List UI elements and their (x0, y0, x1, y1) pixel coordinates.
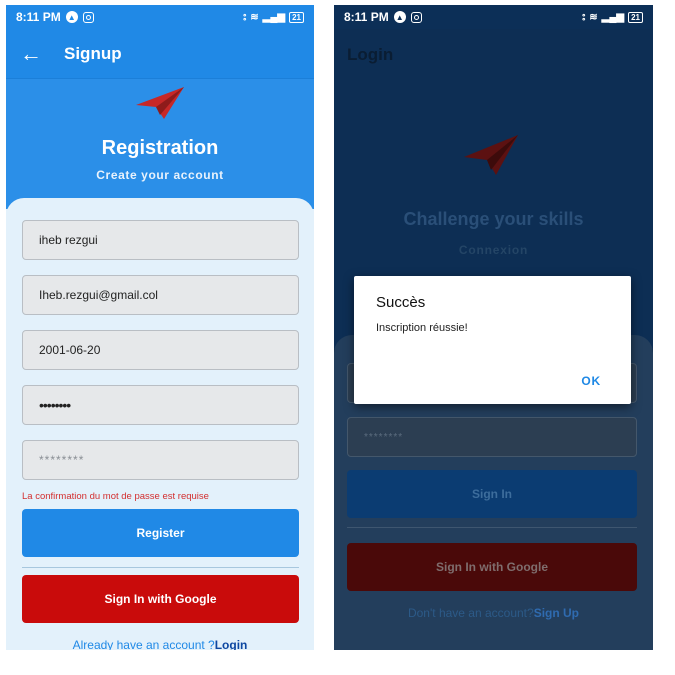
signup-prompt: Don't have an account?Sign Up (334, 606, 653, 620)
login-screen: 8:11 PM ▲ ⦂ ≋ ▂▄▆ 21 Login Challenge you… (334, 5, 653, 650)
status-time: 8:11 PM (344, 10, 389, 24)
nav-app-icon: ▲ (65, 11, 78, 23)
vibrate-icon: ⦂ (243, 11, 247, 23)
dialog-message: Inscription réussie! (376, 322, 468, 334)
signal-icon: ▂▄▆ (601, 11, 625, 23)
confirm-password-field[interactable]: ******** (22, 440, 299, 480)
divider (22, 567, 299, 568)
back-arrow-icon[interactable]: ← (20, 41, 42, 67)
status-bar: 8:11 PM ▲ ⦂ ≋ ▂▄▆ 21 (6, 5, 314, 29)
instagram-icon (410, 11, 422, 23)
login-title: Challenge your skills (403, 209, 584, 229)
instagram-icon (82, 11, 94, 23)
signup-screen: 8:11 PM ▲ ⦂ ≋ ▂▄▆ 21 ← Signup Registrati… (6, 5, 314, 650)
nav-app-icon: ▲ (393, 11, 406, 23)
paper-plane-logo-icon (464, 135, 518, 175)
success-dialog: Succès Inscription réussie! OK (354, 276, 631, 404)
sign-in-button[interactable]: Sign In (347, 470, 637, 518)
confirm-password-error: La confirmation du mot de passe est requ… (22, 491, 209, 502)
password-field[interactable]: ******** (347, 417, 637, 457)
signup-prompt-text: Don't have an account? (407, 606, 534, 620)
name-field[interactable]: iheb rezgui (22, 220, 299, 260)
app-bar: ← Signup (6, 29, 314, 79)
paper-plane-logo-icon (136, 87, 184, 119)
divider (347, 527, 637, 528)
wifi-icon: ≋ (589, 11, 598, 23)
register-button[interactable]: Register (22, 509, 299, 557)
registration-title: Registration (101, 137, 219, 159)
password-field[interactable]: •••••••• (22, 385, 299, 425)
google-signin-button[interactable]: Sign In with Google (347, 543, 637, 591)
dialog-title: Succès (376, 294, 426, 311)
registration-subtitle: Create your account (96, 168, 224, 182)
battery-icon: 21 (289, 11, 304, 23)
page-title: Login (347, 45, 394, 64)
signal-icon: ▂▄▆ (262, 11, 286, 23)
status-bar: 8:11 PM ▲ ⦂ ≋ ▂▄▆ 21 (334, 5, 653, 29)
battery-icon: 21 (628, 11, 643, 23)
login-link[interactable]: Login (215, 638, 248, 650)
status-time: 8:11 PM (16, 10, 61, 24)
page-title: Signup (64, 43, 122, 63)
email-field[interactable]: Iheb.rezgui@gmail.col (22, 275, 299, 315)
registration-header: Registration Create your account (6, 79, 314, 209)
google-signin-button[interactable]: Sign In with Google (22, 575, 299, 623)
vibrate-icon: ⦂ (582, 11, 586, 23)
dialog-ok-button[interactable]: OK (581, 374, 601, 388)
wifi-icon: ≋ (250, 11, 259, 23)
login-prompt-text: Already have an account ? (72, 638, 215, 650)
login-subtitle: Connexion (458, 243, 529, 257)
birthdate-field[interactable]: 2001-06-20 (22, 330, 299, 370)
signup-link[interactable]: Sign Up (534, 606, 579, 620)
login-prompt: Already have an account ?Login (6, 638, 314, 650)
